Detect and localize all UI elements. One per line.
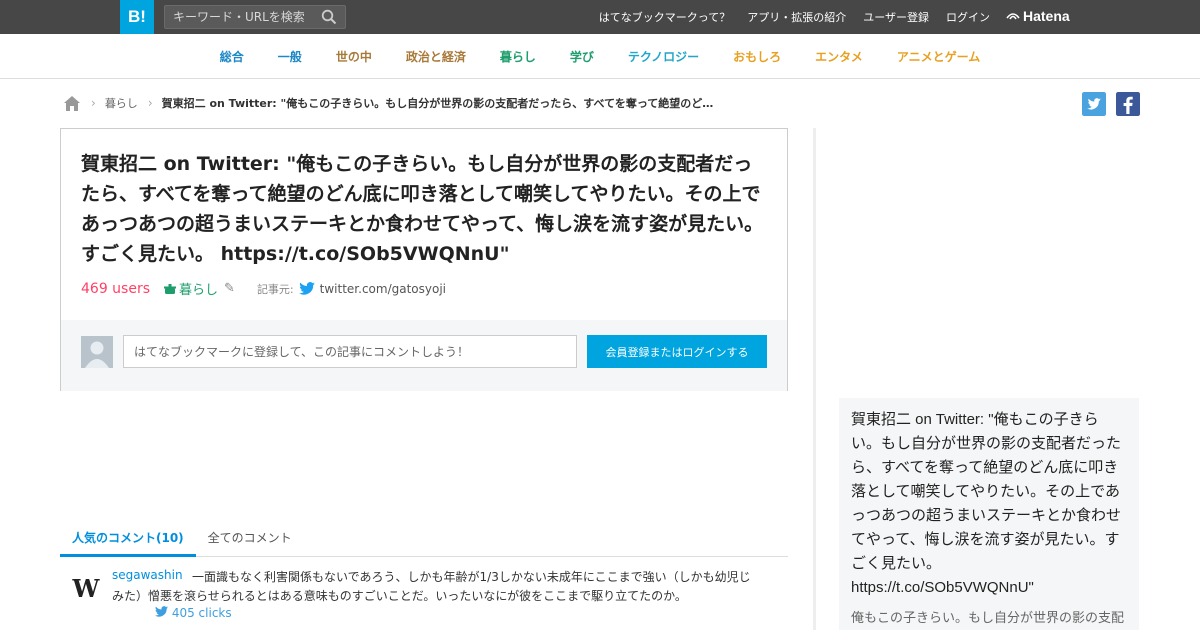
- sidebar-entry-description: 俺もこの子きらい。もし自分が世界の影の支配者だったら: [851, 610, 1125, 625]
- click-count-label: 405 clicks: [171, 606, 232, 620]
- breadcrumb-current: 賀東招二 on Twitter: "俺もこの子きらい。もし自分が世界の影の支配者…: [161, 97, 714, 110]
- comment-input[interactable]: [123, 335, 577, 368]
- entry-title[interactable]: 賀東招二 on Twitter: "俺もこの子きらい。もし自分が世界の影の支配者…: [81, 149, 771, 269]
- nav-apps[interactable]: アプリ・拡張の紹介: [747, 9, 846, 25]
- breadcrumb: › 暮らし › 賀東招二 on Twitter: "俺もこの子きらい。もし自分が…: [63, 93, 713, 113]
- twitter-share-icon[interactable]: [1082, 92, 1106, 116]
- nav-register[interactable]: ユーザー登録: [863, 9, 929, 25]
- category-sougou[interactable]: 総合: [220, 48, 244, 65]
- register-login-button[interactable]: 会員登録またはログインする: [587, 335, 767, 368]
- category-entame[interactable]: エンタメ: [815, 48, 863, 65]
- category-kurashi[interactable]: 暮らし: [500, 48, 536, 65]
- top-bar: B! はてなブックマークって？ アプリ・拡張の紹介 ユーザー登録 ログイン Ha…: [0, 0, 1200, 34]
- breadcrumb-category[interactable]: 暮らし: [105, 95, 138, 111]
- tab-popular-comments[interactable]: 人気のコメント(10): [60, 523, 196, 557]
- category-seiji-keizai[interactable]: 政治と経済: [406, 48, 466, 65]
- nav-login[interactable]: ログイン: [946, 9, 990, 25]
- source-label: 記事元:: [256, 282, 294, 296]
- hatena-brand[interactable]: Hatena: [1006, 8, 1070, 24]
- category-nav: 総合 一般 世の中 政治と経済 暮らし 学び テクノロジー おもしろ エンタメ …: [0, 34, 1200, 79]
- home-icon[interactable]: [63, 95, 81, 112]
- entry-category-tag[interactable]: 暮らし: [179, 279, 218, 298]
- hatena-brand-label: Hatena: [1023, 8, 1070, 24]
- category-yononaka[interactable]: 世の中: [336, 48, 372, 65]
- facebook-share-icon[interactable]: [1116, 92, 1140, 116]
- kurashi-category-icon: [164, 283, 177, 294]
- hatena-bookmark-logo[interactable]: B!: [120, 0, 154, 34]
- sidebar-entry-preview[interactable]: 賀東招二 on Twitter: "俺もこの子きらい。もし自分が世界の影の支配者…: [839, 398, 1139, 630]
- comment-tabs: 人気のコメント(10) 全てのコメント: [60, 523, 788, 557]
- category-omoshiro[interactable]: おもしろ: [733, 48, 781, 65]
- twitter-icon: [298, 282, 315, 295]
- entry-meta: 469 users 暮らし ✎ 記事元: twitter.com/gatosyo…: [81, 279, 446, 299]
- comment-text: 一面識もなく利害関係もないであろう、しかも年齢が1/3しかない未成年にここまで強…: [112, 570, 751, 603]
- category-ippan[interactable]: 一般: [278, 48, 302, 65]
- category-technology[interactable]: テクノロジー: [628, 48, 699, 65]
- sidebar-divider: [813, 128, 816, 630]
- edit-pencil-icon[interactable]: ✎: [224, 281, 235, 296]
- click-count[interactable]: 405 clicks: [155, 606, 232, 620]
- twitter-icon: [155, 606, 168, 617]
- hatena-logo-icon: [1006, 13, 1020, 20]
- comment-form: 会員登録またはログインする: [61, 320, 787, 391]
- chevron-right-icon: ›: [147, 96, 153, 110]
- source-link[interactable]: twitter.com/gatosyoji: [320, 282, 446, 296]
- category-manabi[interactable]: 学び: [570, 48, 594, 65]
- top-nav: はてなブックマークって？ アプリ・拡張の紹介 ユーザー登録 ログイン: [582, 0, 990, 34]
- search-icon[interactable]: [321, 9, 337, 25]
- chevron-right-icon: ›: [91, 96, 96, 110]
- search-box[interactable]: [164, 5, 346, 29]
- commenter-username[interactable]: segawashin: [112, 568, 189, 582]
- category-anime-game[interactable]: アニメとゲーム: [897, 48, 980, 65]
- tab-all-comments[interactable]: 全てのコメント: [196, 523, 304, 557]
- nav-about[interactable]: はてなブックマークって？: [599, 9, 730, 25]
- sidebar-entry-title: 賀東招二 on Twitter: "俺もこの子きらい。もし自分が世界の影の支配者…: [851, 411, 1122, 596]
- entry-card: 賀東招二 on Twitter: "俺もこの子きらい。もし自分が世界の影の支配者…: [60, 128, 788, 391]
- user-avatar-icon: [81, 336, 113, 368]
- search-input[interactable]: [165, 6, 315, 28]
- commenter-avatar[interactable]: W: [70, 573, 102, 605]
- bookmark-users-count[interactable]: 469 users: [81, 281, 150, 297]
